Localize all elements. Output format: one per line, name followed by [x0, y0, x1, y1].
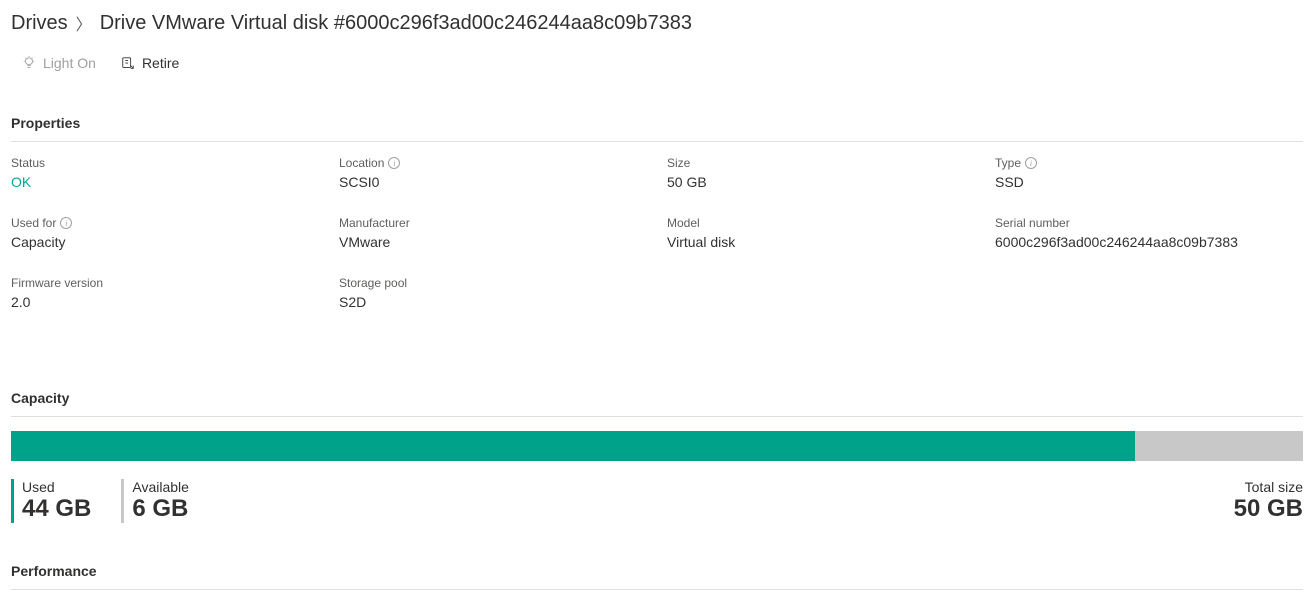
info-icon[interactable]: i — [1025, 157, 1037, 169]
property-serial-number: Serial number 6000c296f3ad00c246244aa8c0… — [995, 216, 1303, 250]
property-label: Firmware version — [11, 276, 319, 290]
capacity-section: Capacity Used 44 GB Available 6 GB Total… — [11, 390, 1303, 523]
info-icon[interactable]: i — [388, 157, 400, 169]
capacity-stats: Used 44 GB Available 6 GB Total size 50 … — [11, 479, 1303, 523]
stat-label: Used — [22, 479, 91, 495]
capacity-heading: Capacity — [11, 390, 1303, 417]
toolbar: Light On Retire — [11, 51, 1303, 75]
property-size: Size 50 GB — [667, 156, 975, 190]
stat-label: Total size — [1234, 479, 1303, 495]
property-value[interactable]: S2D — [339, 294, 647, 310]
property-manufacturer: Manufacturer VMware — [339, 216, 647, 250]
property-value: 50 GB — [667, 174, 975, 190]
property-storage-pool: Storage pool S2D — [339, 276, 647, 310]
stat-value: 6 GB — [132, 495, 189, 523]
property-location: Location i SCSI0 — [339, 156, 647, 190]
property-label: Status — [11, 156, 319, 170]
properties-grid: Status OK Location i SCSI0 Size 50 GB Ty… — [11, 156, 1303, 310]
property-label: Used for i — [11, 216, 319, 230]
property-value: SCSI0 — [339, 174, 647, 190]
breadcrumb-parent[interactable]: Drives — [11, 12, 68, 35]
performance-section: Performance — [11, 563, 1303, 590]
property-label: Serial number — [995, 216, 1303, 230]
property-value: Virtual disk — [667, 234, 975, 250]
performance-heading: Performance — [11, 563, 1303, 590]
info-icon[interactable]: i — [60, 217, 72, 229]
stat-total: Total size 50 GB — [1226, 479, 1303, 523]
property-label: Storage pool — [339, 276, 647, 290]
breadcrumb-current: Drive VMware Virtual disk #6000c296f3ad0… — [100, 12, 692, 35]
property-value: Capacity — [11, 234, 319, 250]
light-on-label: Light On — [43, 55, 96, 71]
properties-heading: Properties — [11, 115, 1303, 142]
property-value: SSD — [995, 174, 1303, 190]
property-type: Type i SSD — [995, 156, 1303, 190]
property-label: Manufacturer — [339, 216, 647, 230]
property-label: Location i — [339, 156, 647, 170]
stat-label: Available — [132, 479, 189, 495]
property-value[interactable]: OK — [11, 174, 319, 190]
property-model: Model Virtual disk — [667, 216, 975, 250]
retire-button[interactable]: Retire — [118, 51, 181, 75]
chevron-right-icon: 〉 — [76, 11, 92, 35]
stat-value: 50 GB — [1234, 495, 1303, 523]
stat-available: Available 6 GB — [121, 479, 189, 523]
property-label: Size — [667, 156, 975, 170]
stat-value: 44 GB — [22, 495, 91, 523]
property-firmware-version: Firmware version 2.0 — [11, 276, 319, 310]
retire-icon — [120, 55, 136, 71]
breadcrumb: Drives 〉 Drive VMware Virtual disk #6000… — [11, 11, 1303, 35]
retire-label: Retire — [142, 55, 179, 71]
light-on-button: Light On — [19, 51, 98, 75]
properties-section: Properties Status OK Location i SCSI0 Si… — [11, 115, 1303, 310]
lightbulb-icon — [21, 55, 37, 71]
property-label: Model — [667, 216, 975, 230]
property-value: VMware — [339, 234, 647, 250]
property-label: Type i — [995, 156, 1303, 170]
property-used-for: Used for i Capacity — [11, 216, 319, 250]
capacity-bar-used — [11, 431, 1135, 461]
property-status: Status OK — [11, 156, 319, 190]
property-value: 6000c296f3ad00c246244aa8c09b7383 — [995, 234, 1303, 250]
stat-used: Used 44 GB — [11, 479, 91, 523]
capacity-bar — [11, 431, 1303, 461]
capacity-stats-left: Used 44 GB Available 6 GB — [11, 479, 189, 523]
property-value: 2.0 — [11, 294, 319, 310]
